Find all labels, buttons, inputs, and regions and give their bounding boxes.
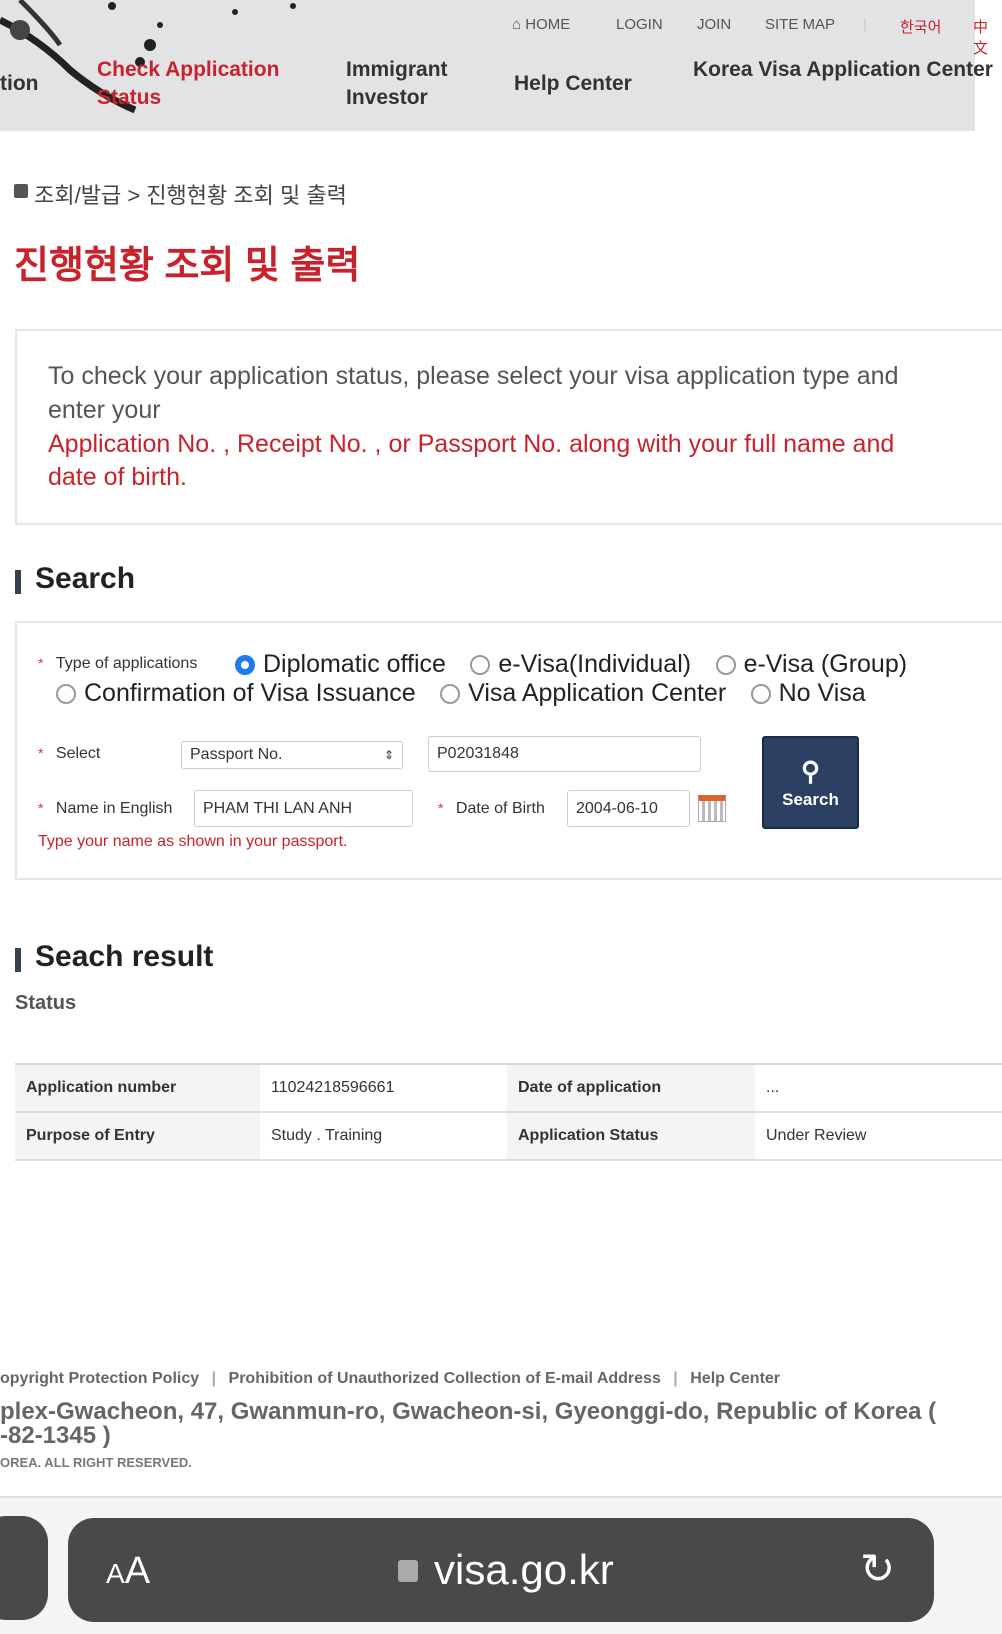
radio-no-visa[interactable]: No Visa — [750, 679, 866, 708]
dob-label: * Date of Birth — [438, 800, 545, 817]
id-type-select[interactable]: Passport No. ⇕ — [181, 741, 403, 769]
cell-label: Application Status — [507, 1112, 755, 1161]
divider: | — [863, 16, 867, 33]
sitemap-link[interactable]: SITE MAP — [765, 16, 835, 33]
text-size-button[interactable]: AA — [106, 1550, 150, 1593]
table-row: Application number 11024218596661 Date o… — [15, 1064, 1002, 1113]
lang-korean[interactable]: 한국어 — [900, 16, 941, 37]
radio-evisa-individual[interactable]: e-Visa(Individual) — [470, 650, 691, 679]
cell-value: 11024218596661 — [260, 1064, 507, 1113]
nav-check-status[interactable]: Check Application Status — [97, 56, 279, 112]
radio-diplomatic-office[interactable]: Diplomatic office — [235, 650, 446, 679]
cell-label: Date of application — [507, 1064, 755, 1113]
calendar-icon[interactable] — [698, 795, 726, 822]
status-subheading: Status — [15, 992, 77, 1014]
nav-help-center[interactable]: Help Center — [514, 70, 632, 98]
footer-link[interactable]: opyright Protection Policy — [0, 1370, 199, 1387]
type-radio-row-1: Diplomatic office e-Visa(Individual) e-V… — [235, 650, 927, 680]
chevron-updown-icon: ⇕ — [383, 748, 394, 762]
footer-links: opyright Protection Policy | Prohibition… — [0, 1370, 781, 1387]
page-title: 진행현황 조회 및 출력 — [14, 245, 361, 287]
magnifier-icon: ⚲ — [800, 756, 821, 786]
search-button[interactable]: ⚲ Search — [762, 736, 859, 829]
breadcrumb-item[interactable]: 조회/발급 — [34, 183, 121, 208]
notice-highlight: Application No. , Receipt No. , or Passp… — [48, 430, 895, 458]
address-bar[interactable]: AA visa.go.kr ↻ — [68, 1518, 934, 1622]
type-radio-row-2: Confirmation of Visa Issuance Visa Appli… — [56, 679, 886, 709]
footer-address: plex-Gwacheon, 47, Gwanmun-ro, Gwacheon-… — [0, 1398, 937, 1425]
breadcrumb-current: 진행현황 조회 및 출력 — [146, 183, 347, 208]
nav-immigrant-investor[interactable]: Immigrant Investor — [346, 56, 448, 112]
browser-toolbar: AA visa.go.kr ↻ — [0, 1496, 1002, 1634]
nav-partial[interactable]: tion — [0, 70, 38, 98]
cell-label: Application number — [15, 1064, 260, 1113]
home-icon: ⌂ — [512, 16, 522, 33]
lang-chinese[interactable]: 中文 — [973, 16, 988, 58]
notice-box: To check your application status, please… — [15, 329, 1002, 525]
notice-highlight: date of birth. — [48, 463, 187, 491]
number-input[interactable]: P02031848 — [428, 736, 701, 772]
lock-icon — [398, 1560, 418, 1582]
breadcrumb: 조회/발급 > 진행현황 조회 및 출력 — [14, 178, 347, 210]
cell-value: ... — [755, 1064, 1002, 1113]
footer-link[interactable]: Prohibition of Unauthorized Collection o… — [229, 1370, 661, 1387]
nav-kvac[interactable]: Korea Visa Application Center — [693, 56, 993, 84]
radio-visa-application-center[interactable]: Visa Application Center — [440, 679, 726, 708]
join-link[interactable]: JOIN — [697, 16, 731, 33]
cell-label: Purpose of Entry — [15, 1112, 260, 1161]
reload-icon[interactable]: ↻ — [860, 1544, 895, 1593]
radio-confirmation-visa-issuance[interactable]: Confirmation of Visa Issuance — [56, 679, 416, 708]
url-text: visa.go.kr — [434, 1546, 614, 1593]
type-label: * Type of applications — [38, 655, 198, 672]
select-label: * Select — [38, 745, 101, 762]
footer-link[interactable]: Help Center — [690, 1370, 780, 1387]
name-hint: Type your name as shown in your passport… — [38, 833, 348, 850]
result-table: Application number 11024218596661 Date o… — [15, 1063, 1002, 1161]
notice-text: To check your application status, please… — [48, 362, 899, 390]
breadcrumb-separator: > — [127, 183, 141, 208]
name-input[interactable]: PHAM THI LAN ANH — [194, 790, 413, 827]
dob-input[interactable]: 2004-06-10 — [567, 790, 690, 827]
search-heading: Search — [15, 562, 135, 596]
footer-address: -82-1345 ) — [0, 1422, 111, 1449]
name-label: * Name in English — [38, 800, 173, 817]
home-icon — [14, 184, 28, 198]
login-link[interactable]: LOGIN — [616, 16, 663, 33]
home-link[interactable]: ⌂ HOME — [512, 16, 570, 33]
previous-tab-pill[interactable] — [0, 1516, 48, 1620]
footer-copyright: OREA. ALL RIGHT RESERVED. — [0, 1455, 192, 1470]
notice-text: enter your — [48, 396, 161, 424]
table-row: Purpose of Entry Study . Training Applic… — [15, 1112, 1002, 1161]
radio-evisa-group[interactable]: e-Visa (Group) — [715, 650, 907, 679]
cell-value: Study . Training — [260, 1112, 507, 1161]
result-heading: Seach result — [15, 940, 213, 974]
site-header: ⌂ HOME LOGIN JOIN SITE MAP | 한국어 中文 tion… — [0, 0, 993, 131]
status-value: Under Review — [755, 1112, 1002, 1161]
